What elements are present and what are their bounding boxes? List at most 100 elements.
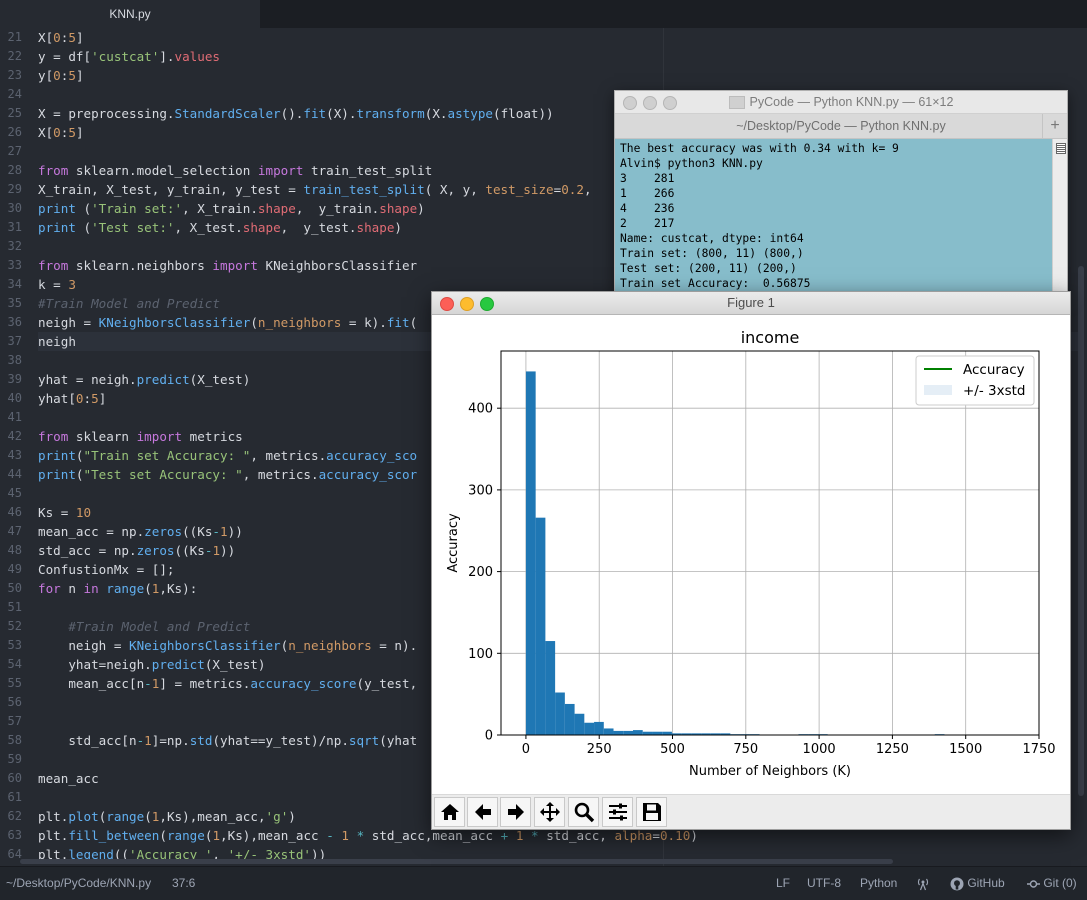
cursor-position[interactable]: 37:6 [172, 867, 195, 900]
figure-canvas[interactable]: 0 250 500 750 1000 1250 1500 1750 0 100 200 300 400 i… [432, 314, 1070, 794]
line-number: 32 [7, 239, 22, 253]
histogram-bar [613, 730, 624, 735]
line-number: 60 [7, 771, 22, 785]
line-number: 39 [7, 372, 22, 386]
encoding[interactable]: UTF-8 [807, 867, 841, 900]
x-tick-label: 1000 [803, 742, 836, 757]
line-number: 63 [7, 828, 22, 842]
broadcast-icon[interactable] [915, 867, 931, 900]
line-number: 62 [7, 809, 22, 823]
github-label: GitHub [967, 876, 1005, 890]
line-number: 25 [7, 106, 22, 120]
figure-titlebar[interactable]: Figure 1 [432, 292, 1070, 315]
figure-toolbar [432, 794, 1070, 829]
x-tick-label: 250 [587, 742, 612, 757]
terminal-output[interactable]: The best accuracy was with 0.34 with k= … [615, 139, 1052, 296]
line-number: 44 [7, 467, 22, 481]
terminal-tab-label: ~/Desktop/PyCode — Python KNN.py [736, 119, 946, 133]
terminal-scrollbar[interactable] [1052, 139, 1067, 296]
line-number: 35 [7, 296, 22, 310]
line-number: 53 [7, 638, 22, 652]
github-button[interactable]: GitHub [950, 867, 1005, 900]
line-number: 36 [7, 315, 22, 329]
line-number: 30 [7, 201, 22, 215]
y-tick-label: 400 [468, 402, 493, 417]
line-ending[interactable]: LF [776, 867, 790, 900]
code-line[interactable]: X[0:5] [38, 28, 1078, 47]
terminal-line: 2 217 [620, 217, 675, 230]
line-number: 29 [7, 182, 22, 196]
code-line[interactable]: y[0:5] [38, 66, 1078, 85]
tab-knn-py[interactable]: KNN.py [0, 0, 260, 28]
minimize-button[interactable] [643, 96, 657, 110]
close-button[interactable] [623, 96, 637, 110]
line-number: 26 [7, 125, 22, 139]
terminal-line: Train set: (800, 11) (800,) [620, 247, 804, 260]
line-number: 48 [7, 543, 22, 557]
git-button[interactable]: Git (0) [1027, 867, 1077, 900]
new-tab-button[interactable]: + [1042, 114, 1067, 138]
status-bar: ~/Desktop/PyCode/KNN.py 37:6 LF UTF-8 Py… [0, 866, 1087, 900]
y-tick-label: 300 [468, 483, 493, 498]
x-tick-label: 1750 [1022, 742, 1055, 757]
terminal-line: Test set: (200, 11) (200,) [620, 262, 797, 275]
histogram-bar [574, 713, 585, 735]
histogram-bar [525, 371, 536, 735]
configure-subplots-icon[interactable] [602, 797, 633, 827]
figure-window[interactable]: Figure 1 0 250 500 750 1000 1250 1500 1750 0 100 2… [431, 291, 1071, 830]
pan-icon[interactable] [534, 797, 565, 827]
line-number: 47 [7, 524, 22, 538]
x-tick-label: 1500 [949, 742, 982, 757]
line-number: 22 [7, 49, 22, 63]
terminal-tab[interactable]: ~/Desktop/PyCode — Python KNN.py + [615, 114, 1067, 139]
legend-band-swatch [924, 385, 952, 395]
line-number: 38 [7, 353, 22, 367]
zoom-icon[interactable] [568, 797, 599, 827]
x-tick-label: 0 [522, 742, 530, 757]
close-button[interactable] [440, 297, 454, 311]
terminal-line: 3 281 [620, 172, 675, 185]
zoom-button[interactable] [480, 297, 494, 311]
line-number: 27 [7, 144, 22, 158]
line-number: 58 [7, 733, 22, 747]
line-number: 40 [7, 391, 22, 405]
histogram-chart: 0 250 500 750 1000 1250 1500 1750 0 100 200 300 400 i… [446, 328, 1056, 779]
legend-label: +/- 3xstd [963, 383, 1026, 399]
folder-icon [728, 96, 745, 110]
line-number: 37 [7, 334, 22, 348]
terminal-line: The best accuracy was with 0.34 with k= … [620, 142, 899, 155]
x-tick-label: 1250 [876, 742, 909, 757]
terminal-line: 1 266 [620, 187, 675, 200]
histogram-bar [632, 730, 643, 735]
figure-title: Figure 1 [727, 295, 775, 310]
bookmark-icon[interactable] [1056, 143, 1066, 154]
histogram-bar [623, 730, 633, 735]
save-icon[interactable] [636, 797, 667, 827]
vertical-scrollbar[interactable] [1078, 266, 1084, 796]
terminal-window[interactable]: PyCode — Python KNN.py — 61×12 ~/Desktop… [614, 90, 1068, 297]
forward-arrow-icon[interactable] [500, 797, 531, 827]
line-number: 23 [7, 68, 22, 82]
home-icon[interactable] [434, 797, 465, 827]
grammar[interactable]: Python [860, 867, 897, 900]
line-number: 61 [7, 790, 22, 804]
terminal-line: Name: custcat, dtype: int64 [620, 232, 804, 245]
line-number: 43 [7, 448, 22, 462]
terminal-titlebar[interactable]: PyCode — Python KNN.py — 61×12 [615, 91, 1067, 114]
histogram-bar [564, 703, 575, 735]
line-number: 46 [7, 505, 22, 519]
histogram-bar [594, 721, 604, 735]
line-number: 31 [7, 220, 22, 234]
file-path[interactable]: ~/Desktop/PyCode/KNN.py [6, 867, 151, 900]
histogram-bar [603, 728, 614, 735]
chart-title: income [741, 328, 800, 347]
line-number-gutter: 21 22 23 24 25 26 27 28 29 30 31 32 33 34 35 36 37 38 39 40… [0, 28, 30, 864]
back-arrow-icon[interactable] [467, 797, 498, 827]
horizontal-scrollbar[interactable] [20, 859, 893, 864]
minimize-button[interactable] [460, 297, 474, 311]
zoom-button[interactable] [663, 96, 677, 110]
code-line[interactable]: y = df['custcat'].values [38, 47, 1078, 66]
line-number: 28 [7, 163, 22, 177]
line-number: 33 [7, 258, 22, 272]
line-number: 57 [7, 714, 22, 728]
